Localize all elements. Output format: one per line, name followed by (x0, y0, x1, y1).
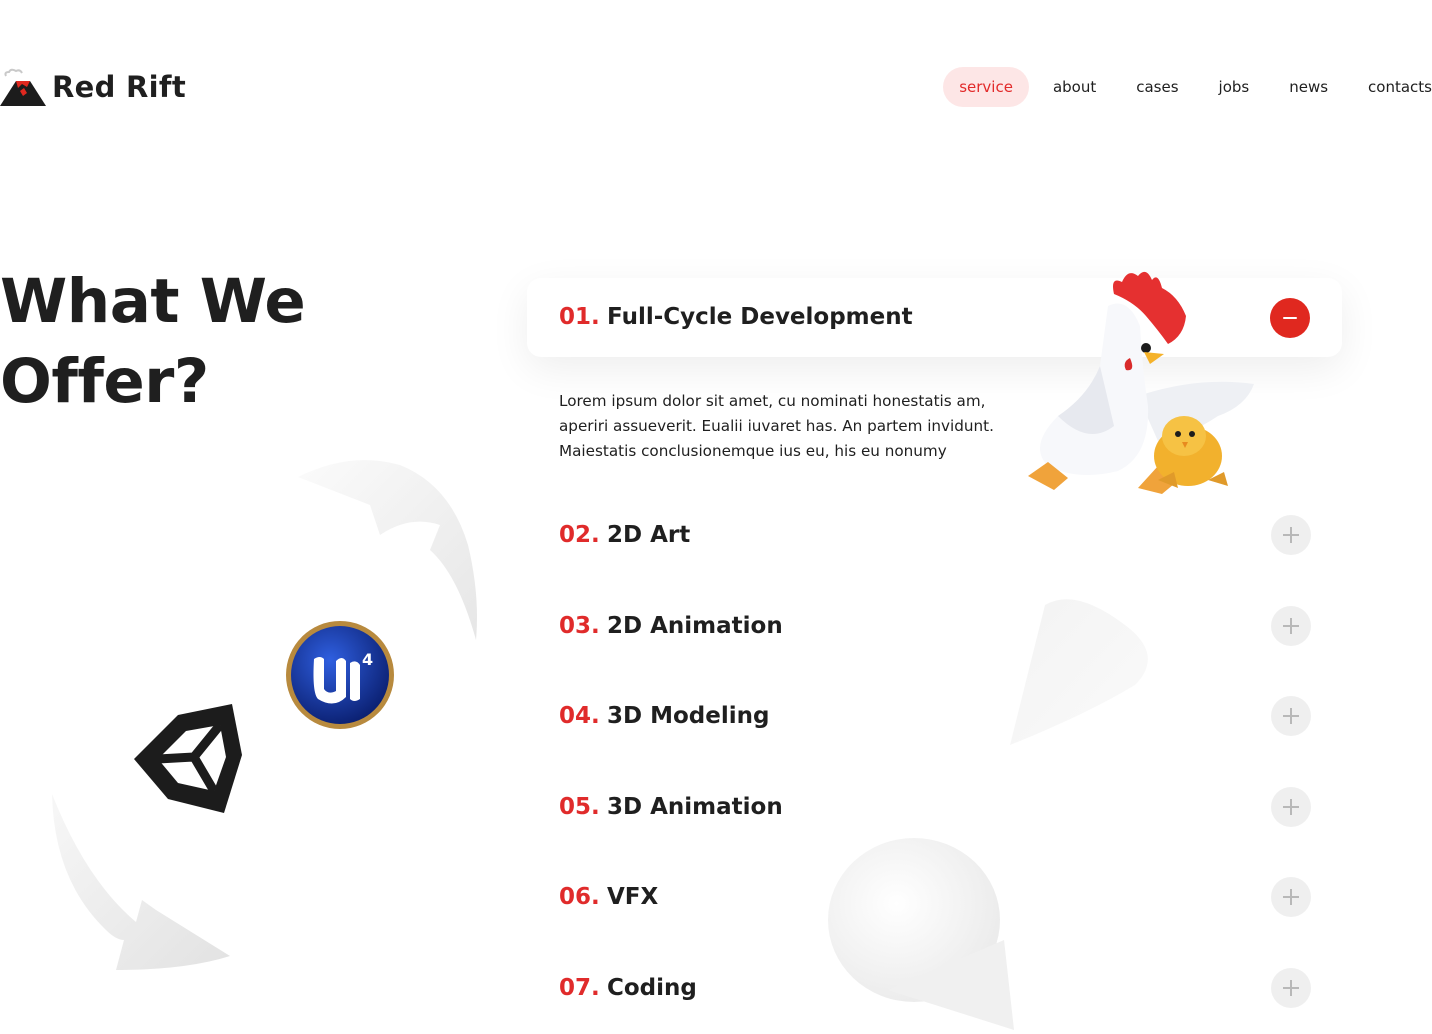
unreal-engine-logo: 4 (286, 621, 394, 729)
collapse-button[interactable] (1270, 298, 1310, 338)
nav-item-about[interactable]: about (1053, 67, 1096, 107)
curved-arrow-top-decoration (298, 460, 477, 640)
service-item[interactable]: 04. 3D Modeling (559, 696, 1311, 736)
expand-button[interactable] (1271, 968, 1311, 1008)
nav-item-service[interactable]: service (943, 67, 1029, 107)
service-title: 3D Animation (607, 794, 783, 820)
service-item[interactable]: 07. Coding (559, 968, 1311, 1008)
brand-name: Red Rift (52, 70, 187, 104)
service-item[interactable]: 02. 2D Art (559, 515, 1311, 555)
brand-logo[interactable]: Red Rift (0, 64, 186, 110)
service-title: Coding (607, 975, 697, 1001)
service-number: 05. (559, 794, 600, 820)
service-number: 04. (559, 703, 600, 729)
expand-button[interactable] (1271, 606, 1311, 646)
chicken-mascot-illustration (1028, 271, 1254, 494)
nav-item-cases[interactable]: cases (1136, 67, 1178, 107)
expand-button[interactable] (1271, 787, 1311, 827)
service-number: 01. (559, 304, 600, 330)
unity-logo (134, 704, 242, 813)
main-nav: service about cases jobs news contacts (943, 67, 1432, 107)
service-title: 2D Art (607, 522, 691, 548)
expand-button[interactable] (1271, 515, 1311, 555)
service-number: 07. (559, 975, 600, 1001)
service-title: 2D Animation (607, 613, 783, 639)
service-item[interactable]: 03. 2D Animation (559, 606, 1311, 646)
section-heading: What We Offer? (0, 266, 306, 417)
expand-button[interactable] (1271, 877, 1311, 917)
service-title: VFX (607, 884, 659, 910)
service-number: 02. (559, 522, 600, 548)
service-description: Lorem ipsum dolor sit amet, cu nominati … (559, 392, 994, 460)
expand-button[interactable] (1271, 696, 1311, 736)
curved-arrow-bottom-decoration (52, 794, 230, 970)
nav-item-contacts[interactable]: contacts (1368, 67, 1432, 107)
service-title: Full-Cycle Development (607, 304, 913, 330)
svg-text:4: 4 (362, 650, 373, 669)
service-number: 06. (559, 884, 600, 910)
nav-item-jobs[interactable]: jobs (1219, 67, 1250, 107)
volcano-icon (0, 68, 46, 106)
nav-item-news[interactable]: news (1289, 67, 1328, 107)
service-item[interactable]: 06. VFX (559, 877, 1311, 917)
service-title: 3D Modeling (607, 703, 770, 729)
service-item[interactable]: 05. 3D Animation (559, 787, 1311, 827)
service-number: 03. (559, 613, 600, 639)
